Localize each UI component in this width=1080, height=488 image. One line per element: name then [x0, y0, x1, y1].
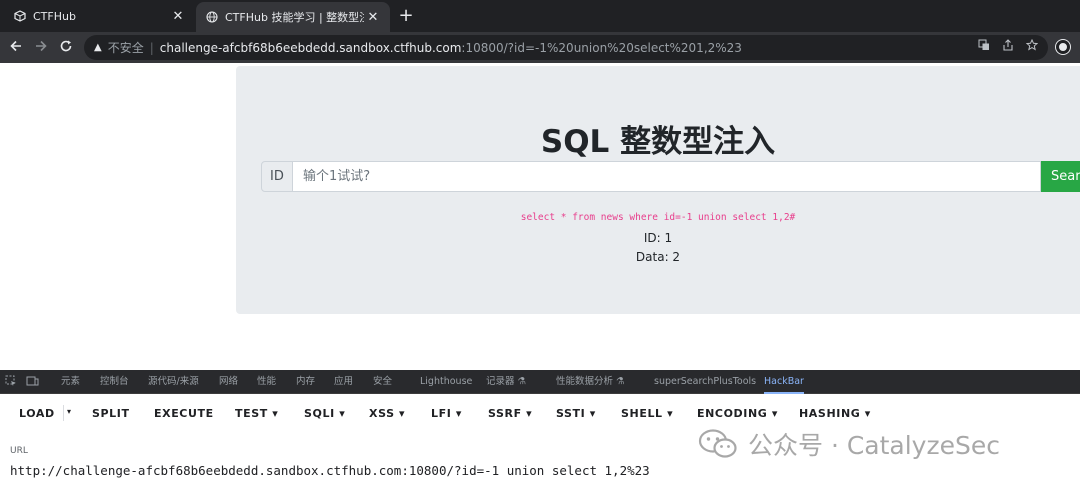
bookmark-star-icon[interactable]	[1025, 38, 1039, 54]
tab-ctfhub[interactable]: CTFHub ✕	[0, 0, 195, 32]
address-separator: |	[149, 40, 154, 55]
ssrf-menu-button[interactable]: SSRF ▾	[488, 407, 532, 420]
id-input[interactable]	[292, 161, 1042, 192]
tab-title: CTFHub 技能学习 | 整数型注入	[225, 11, 364, 24]
device-toolbar-icon[interactable]	[26, 375, 39, 388]
devtools-tab-security[interactable]: 安全	[373, 370, 392, 394]
translate-icon[interactable]	[978, 39, 990, 54]
tab-strip: CTFHub ✕ CTFHub 技能学习 | 整数型注入 ✕ +	[0, 0, 1080, 32]
page-viewport: SQL 整数型注入 ID Search select * from news w…	[0, 63, 1080, 370]
devtools-tab-performance-insights[interactable]: 性能数据分析 ⚗	[556, 370, 625, 394]
load-dropdown-icon[interactable]: ▾	[67, 407, 71, 416]
sql-query-text: select * from news where id=-1 union sel…	[520, 212, 796, 223]
share-icon[interactable]	[1002, 39, 1014, 54]
url-field[interactable]: http://challenge-afcbf68b6eebdedd.sandbo…	[10, 463, 650, 478]
watermark-text: 公众号 · CatalyzeSec	[748, 431, 1000, 460]
xss-menu-button[interactable]: XSS ▾	[369, 407, 405, 420]
url-host: challenge-afcbf68b6eebdedd.sandbox.ctfhu…	[159, 40, 462, 55]
browser-toolbar: ▲ 不安全 | challenge-afcbf68b6eebdedd.sandb…	[0, 32, 1080, 63]
load-divider	[63, 405, 64, 421]
forward-arrow-icon[interactable]	[31, 38, 51, 58]
test-menu-button[interactable]: TEST ▾	[235, 407, 278, 420]
devtools-tab-lighthouse[interactable]: Lighthouse	[420, 370, 472, 394]
devtools-tab-recorder[interactable]: 记录器 ⚗	[486, 370, 526, 394]
devtools-tabbar: 元素 控制台 源代码/来源 网络 性能 内存 应用 安全 Lighthouse …	[0, 370, 1080, 394]
url-path: :10800/?id=-1%20union%20select%201,2%23	[461, 40, 742, 55]
jumbotron: SQL 整数型注入 ID Search select * from news w…	[236, 66, 1080, 314]
insecure-label: 不安全	[107, 41, 144, 55]
result-id: ID: 1	[643, 231, 673, 245]
sqli-menu-button[interactable]: SQLI ▾	[304, 407, 345, 420]
devtools-tab-network[interactable]: 网络	[219, 370, 238, 394]
reload-icon[interactable]	[56, 38, 76, 58]
devtools-tab-elements[interactable]: 元素	[61, 370, 80, 394]
watermark: 公众号 · CatalyzeSec	[698, 426, 1000, 462]
tab-active[interactable]: CTFHub 技能学习 | 整数型注入 ✕	[196, 2, 390, 32]
devtools-tab-hackbar[interactable]: HackBar	[764, 370, 804, 394]
hashing-menu-button[interactable]: HASHING ▾	[799, 407, 871, 420]
page-title: SQL 整数型注入	[540, 124, 776, 160]
inspect-icon[interactable]	[4, 375, 17, 388]
close-tab-icon[interactable]: ✕	[364, 8, 382, 26]
warning-icon: ▲	[94, 42, 102, 53]
new-tab-button[interactable]: +	[396, 6, 416, 26]
devtools-tab-sources[interactable]: 源代码/来源	[148, 370, 199, 394]
id-label: ID	[261, 161, 293, 192]
globe-favicon-icon	[206, 11, 218, 23]
address-bar[interactable]: ▲ 不安全 | challenge-afcbf68b6eebdedd.sandb…	[84, 35, 1048, 60]
devtools-tab-supersearch[interactable]: superSearchPlusTools	[654, 370, 756, 394]
split-button[interactable]: SPLIT	[92, 407, 130, 420]
tab-title: CTFHub	[33, 9, 76, 23]
devtools-tab-performance[interactable]: 性能	[257, 370, 276, 394]
load-button[interactable]: LOAD	[19, 407, 55, 420]
close-tab-icon[interactable]: ✕	[169, 7, 187, 25]
extension-icon[interactable]	[1056, 40, 1070, 54]
search-button[interactable]: Search	[1041, 161, 1080, 192]
encoding-menu-button[interactable]: ENCODING ▾	[697, 407, 778, 420]
shell-menu-button[interactable]: SHELL ▾	[621, 407, 673, 420]
ssti-menu-button[interactable]: SSTI ▾	[556, 407, 596, 420]
devtools-tab-memory[interactable]: 内存	[296, 370, 315, 394]
search-input-group: ID Search	[261, 161, 1080, 192]
devtools-tab-application[interactable]: 应用	[334, 370, 353, 394]
cube-favicon-icon	[14, 10, 26, 22]
execute-button[interactable]: EXECUTE	[154, 407, 214, 420]
result-data: Data: 2	[635, 250, 681, 264]
lfi-menu-button[interactable]: LFI ▾	[431, 407, 462, 420]
back-arrow-icon[interactable]	[6, 38, 26, 58]
wechat-icon	[698, 428, 738, 460]
devtools-tab-console[interactable]: 控制台	[100, 370, 129, 394]
url-field-label: URL	[10, 446, 28, 456]
